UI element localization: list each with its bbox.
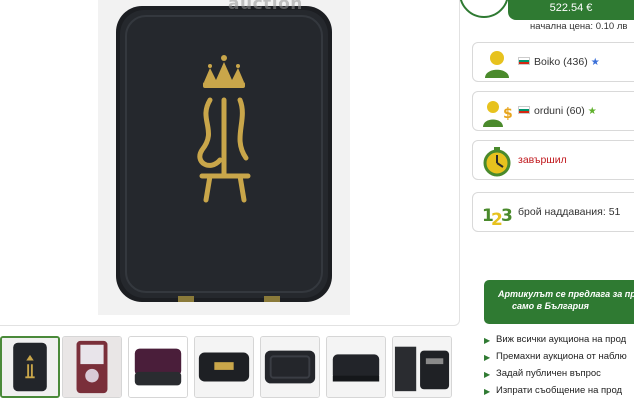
arrow-right-icon: ▶ bbox=[484, 387, 491, 396]
thumbnail-7[interactable] bbox=[392, 336, 452, 398]
user-icon bbox=[481, 47, 513, 79]
shipping-notice: Артикулът се предлага за пр само в Бълга… bbox=[484, 280, 634, 324]
thumbnail-5[interactable] bbox=[260, 336, 320, 398]
star-icon: ★ bbox=[590, 57, 600, 68]
current-price-box: 522.54 € bbox=[508, 0, 634, 20]
numbers-123-icon: 123 bbox=[481, 197, 513, 229]
start-price: начална цена: 0.10 лв bbox=[530, 21, 628, 32]
bulgaria-flag-icon bbox=[518, 57, 530, 65]
watermark-text: auction bbox=[228, 0, 303, 14]
svg-text:3: 3 bbox=[501, 206, 513, 226]
shipping-notice-line-2: само в България bbox=[512, 301, 589, 311]
main-photo[interactable] bbox=[98, 0, 350, 315]
action-links: ▶ Виж всички аукциона на прод ▶ Премахни а… bbox=[484, 334, 634, 400]
arrow-right-icon: ▶ bbox=[484, 353, 491, 362]
shipping-notice-line-1: Артикулът се предлага за пр bbox=[498, 289, 634, 299]
price-badge-circle bbox=[459, 0, 509, 18]
bid-count: брой наддавания: 51 bbox=[518, 206, 621, 218]
bids-card: 123 брой наддавания: 51 bbox=[472, 192, 634, 232]
thumbnail-3[interactable] bbox=[128, 336, 188, 398]
thumbnail-6[interactable] bbox=[326, 336, 386, 398]
arrow-right-icon: ▶ bbox=[484, 370, 491, 379]
buyer-money-icon: $ bbox=[481, 96, 513, 128]
svg-text:$: $ bbox=[503, 106, 513, 122]
thumbnail-strip bbox=[0, 336, 470, 400]
buyer-card[interactable]: $ orduni (60) ★ bbox=[472, 91, 634, 131]
star-icon: ★ bbox=[587, 106, 597, 117]
seller-name[interactable]: Boiko (436) bbox=[534, 56, 588, 68]
stopwatch-icon bbox=[481, 145, 513, 177]
ask-public-question-link[interactable]: ▶ Задай публичен въпрос bbox=[484, 368, 634, 385]
remove-from-watchlist-link[interactable]: ▶ Премахни аукциона от наблю bbox=[484, 351, 634, 368]
thumbnail-2[interactable] bbox=[62, 336, 122, 398]
seller-card[interactable]: Boiko (436) ★ bbox=[472, 42, 634, 82]
thumbnail-1[interactable] bbox=[0, 336, 60, 398]
status-card: завършил bbox=[472, 140, 634, 180]
message-seller-link[interactable]: ▶ Изпрати съобщение на прод bbox=[484, 385, 634, 400]
bulgaria-flag-icon bbox=[518, 106, 530, 114]
auction-status: завършил bbox=[518, 154, 567, 166]
main-photo-panel: auction bbox=[0, 0, 460, 326]
buyer-name[interactable]: orduni (60) bbox=[534, 105, 585, 117]
arrow-right-icon: ▶ bbox=[484, 336, 491, 345]
view-seller-auctions-link[interactable]: ▶ Виж всички аукциона на прод bbox=[484, 334, 634, 351]
thumbnail-4[interactable] bbox=[194, 336, 254, 398]
current-price: 522.54 € bbox=[549, 2, 593, 14]
